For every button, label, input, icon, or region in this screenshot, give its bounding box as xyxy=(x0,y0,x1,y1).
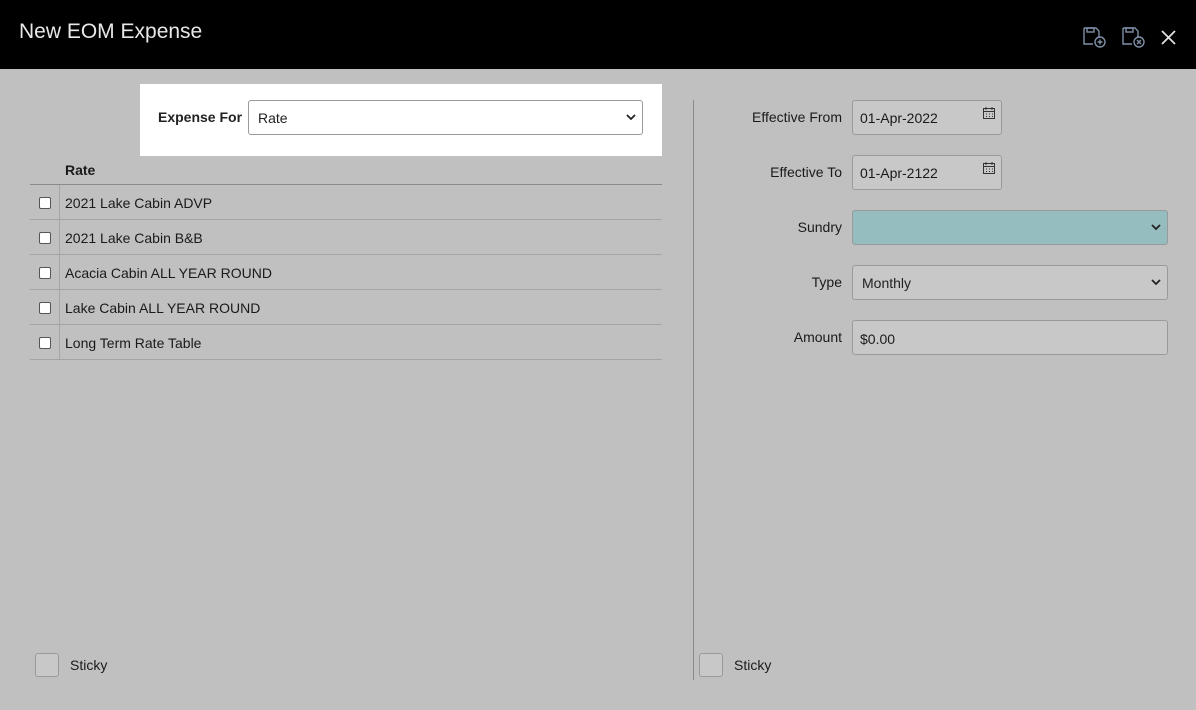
type-select[interactable]: Monthly xyxy=(852,265,1168,300)
chevron-down-icon xyxy=(1150,277,1162,287)
rate-checkbox[interactable] xyxy=(39,232,51,244)
list-item[interactable]: Long Term Rate Table xyxy=(30,325,662,360)
type-label: Type xyxy=(811,274,842,290)
rate-name: Long Term Rate Table xyxy=(65,335,202,351)
sticky-label-right: Sticky xyxy=(734,657,772,673)
calendar-icon[interactable] xyxy=(982,106,996,120)
effective-from-field[interactable]: 01-Apr-2022 xyxy=(852,100,1002,135)
sticky-checkbox-right[interactable] xyxy=(699,653,723,677)
expense-for-value: Rate xyxy=(258,110,288,126)
save-and-close-icon[interactable] xyxy=(1120,24,1146,50)
save-and-new-icon[interactable] xyxy=(1081,24,1107,50)
chevron-down-icon xyxy=(625,112,637,122)
sundry-label: Sundry xyxy=(797,219,842,235)
expense-for-panel: Expense For Rate xyxy=(140,84,662,156)
rate-name: 2021 Lake Cabin ADVP xyxy=(65,195,213,211)
list-item[interactable]: Acacia Cabin ALL YEAR ROUND xyxy=(30,255,662,290)
effective-to-field[interactable]: 01-Apr-2122 xyxy=(852,155,1002,190)
rate-checkbox[interactable] xyxy=(39,337,51,349)
chevron-down-icon xyxy=(1150,222,1162,232)
rate-column-header: Rate xyxy=(65,162,96,178)
type-value: Monthly xyxy=(862,275,912,291)
rate-name: Acacia Cabin ALL YEAR ROUND xyxy=(65,265,272,281)
effective-from-label: Effective From xyxy=(752,109,842,125)
list-item[interactable]: 2021 Lake Cabin ADVP xyxy=(30,185,662,220)
rate-checkbox[interactable] xyxy=(39,197,51,209)
effective-to-label: Effective To xyxy=(770,164,842,180)
amount-value: $0.00 xyxy=(860,331,896,347)
amount-label: Amount xyxy=(793,329,842,345)
close-icon[interactable] xyxy=(1156,24,1182,50)
rate-list: 2021 Lake Cabin ADVP 2021 Lake Cabin B&B… xyxy=(30,185,662,360)
title-bar: New EOM Expense xyxy=(0,0,1196,69)
sticky-label-left: Sticky xyxy=(70,657,108,673)
amount-input[interactable]: $0.00 xyxy=(852,320,1168,355)
expense-for-select[interactable]: Rate xyxy=(248,100,643,135)
rate-table-header: Rate xyxy=(30,155,662,185)
sticky-checkbox-left[interactable] xyxy=(35,653,59,677)
sundry-select[interactable] xyxy=(852,210,1168,245)
calendar-icon[interactable] xyxy=(982,161,996,175)
list-item[interactable]: 2021 Lake Cabin B&B xyxy=(30,220,662,255)
expense-for-label: Expense For xyxy=(158,109,243,125)
rate-checkbox[interactable] xyxy=(39,302,51,314)
window-title: New EOM Expense xyxy=(19,20,203,43)
effective-from-value: 01-Apr-2022 xyxy=(860,110,938,126)
rate-name: 2021 Lake Cabin B&B xyxy=(65,230,203,246)
list-item[interactable]: Lake Cabin ALL YEAR ROUND xyxy=(30,290,662,325)
effective-to-value: 01-Apr-2122 xyxy=(860,165,938,181)
rate-name: Lake Cabin ALL YEAR ROUND xyxy=(65,300,261,316)
panel-divider xyxy=(693,100,694,680)
rate-checkbox[interactable] xyxy=(39,267,51,279)
